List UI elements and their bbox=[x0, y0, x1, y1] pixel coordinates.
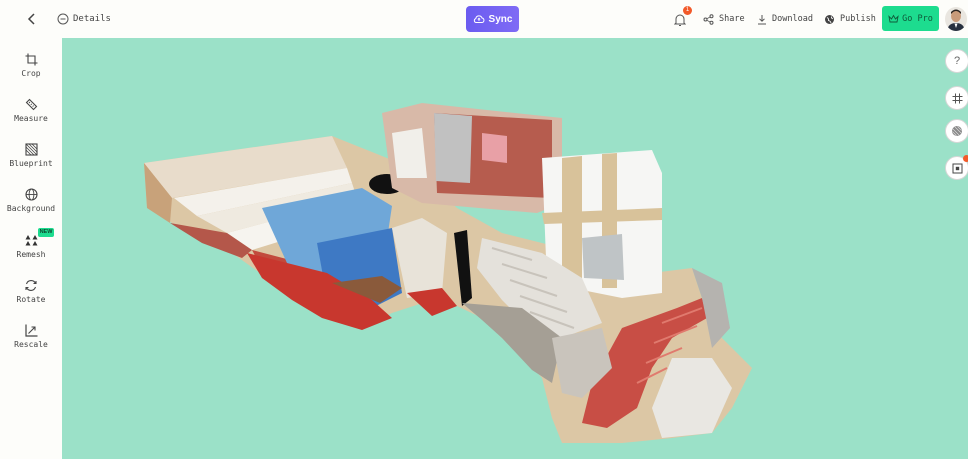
sync-label: Sync bbox=[488, 13, 513, 25]
rotate-tool[interactable]: Rotate bbox=[0, 279, 62, 319]
crop-tool[interactable]: Crop bbox=[0, 53, 62, 93]
measure-label: Measure bbox=[14, 114, 48, 123]
details-button[interactable]: Details bbox=[57, 11, 111, 27]
sync-button[interactable]: Sync bbox=[466, 6, 519, 32]
notification-dot bbox=[963, 155, 968, 162]
grid-toggle-button[interactable] bbox=[945, 86, 968, 110]
notifications-button[interactable]: 1 bbox=[674, 6, 692, 28]
details-label: Details bbox=[73, 14, 111, 24]
frame-icon bbox=[952, 163, 962, 173]
go-pro-button[interactable]: Go Pro bbox=[882, 6, 939, 31]
go-pro-label: Go Pro bbox=[902, 13, 933, 24]
share-button[interactable]: Share bbox=[703, 11, 745, 27]
rotate-label: Rotate bbox=[16, 295, 46, 304]
notification-badge: 1 bbox=[683, 6, 692, 15]
background-tool[interactable]: Background bbox=[0, 188, 62, 228]
crop-label: Crop bbox=[21, 69, 41, 78]
help-label: ? bbox=[953, 55, 961, 67]
texture-sphere-icon bbox=[952, 126, 962, 136]
model-viewport[interactable] bbox=[62, 38, 968, 459]
rescale-tool[interactable]: Rescale bbox=[0, 324, 62, 364]
download-button[interactable]: Download bbox=[757, 11, 813, 27]
texture-toggle-button[interactable] bbox=[945, 119, 968, 143]
crown-icon bbox=[888, 14, 899, 22]
bell-icon bbox=[674, 14, 686, 26]
chevron-left-icon bbox=[27, 13, 35, 25]
rescale-label: Rescale bbox=[14, 340, 48, 349]
remesh-icon bbox=[25, 235, 37, 246]
blueprint-label: Blueprint bbox=[9, 159, 53, 168]
publish-label: Publish bbox=[840, 14, 876, 24]
back-button[interactable] bbox=[22, 9, 42, 29]
globe-icon bbox=[825, 14, 834, 24]
3d-model-scan bbox=[144, 103, 752, 443]
publish-button[interactable]: Publish bbox=[824, 11, 876, 27]
download-icon bbox=[758, 14, 766, 24]
background-label: Background bbox=[6, 204, 56, 213]
help-button[interactable]: ? bbox=[945, 49, 968, 73]
cloud-upload-icon bbox=[473, 15, 484, 23]
download-label: Download bbox=[772, 14, 813, 24]
user-avatar-icon bbox=[945, 7, 967, 31]
new-badge: NEW bbox=[38, 228, 54, 237]
share-icon bbox=[703, 13, 714, 25]
share-label: Share bbox=[719, 14, 745, 24]
grid-icon bbox=[952, 93, 962, 103]
avatar[interactable] bbox=[945, 7, 967, 31]
rotate-icon bbox=[25, 280, 37, 291]
crop-icon bbox=[25, 53, 37, 66]
remesh-label: Remesh bbox=[16, 250, 46, 259]
measure-tool[interactable]: Measure bbox=[0, 98, 62, 138]
ruler-icon bbox=[25, 98, 37, 111]
blueprint-tool[interactable]: Blueprint bbox=[0, 143, 62, 183]
minus-circle-icon bbox=[57, 13, 69, 25]
tool-sidebar: Crop Measure Blueprint Background NEW Re… bbox=[0, 38, 62, 459]
globe-icon bbox=[24, 188, 38, 201]
top-bar: Details Sync 1 Share Download Publish Go… bbox=[0, 0, 968, 38]
blueprint-icon bbox=[24, 143, 38, 156]
screenshot-button[interactable] bbox=[945, 155, 968, 180]
rescale-icon bbox=[24, 324, 37, 337]
remesh-tool[interactable]: NEW Remesh bbox=[0, 228, 62, 274]
